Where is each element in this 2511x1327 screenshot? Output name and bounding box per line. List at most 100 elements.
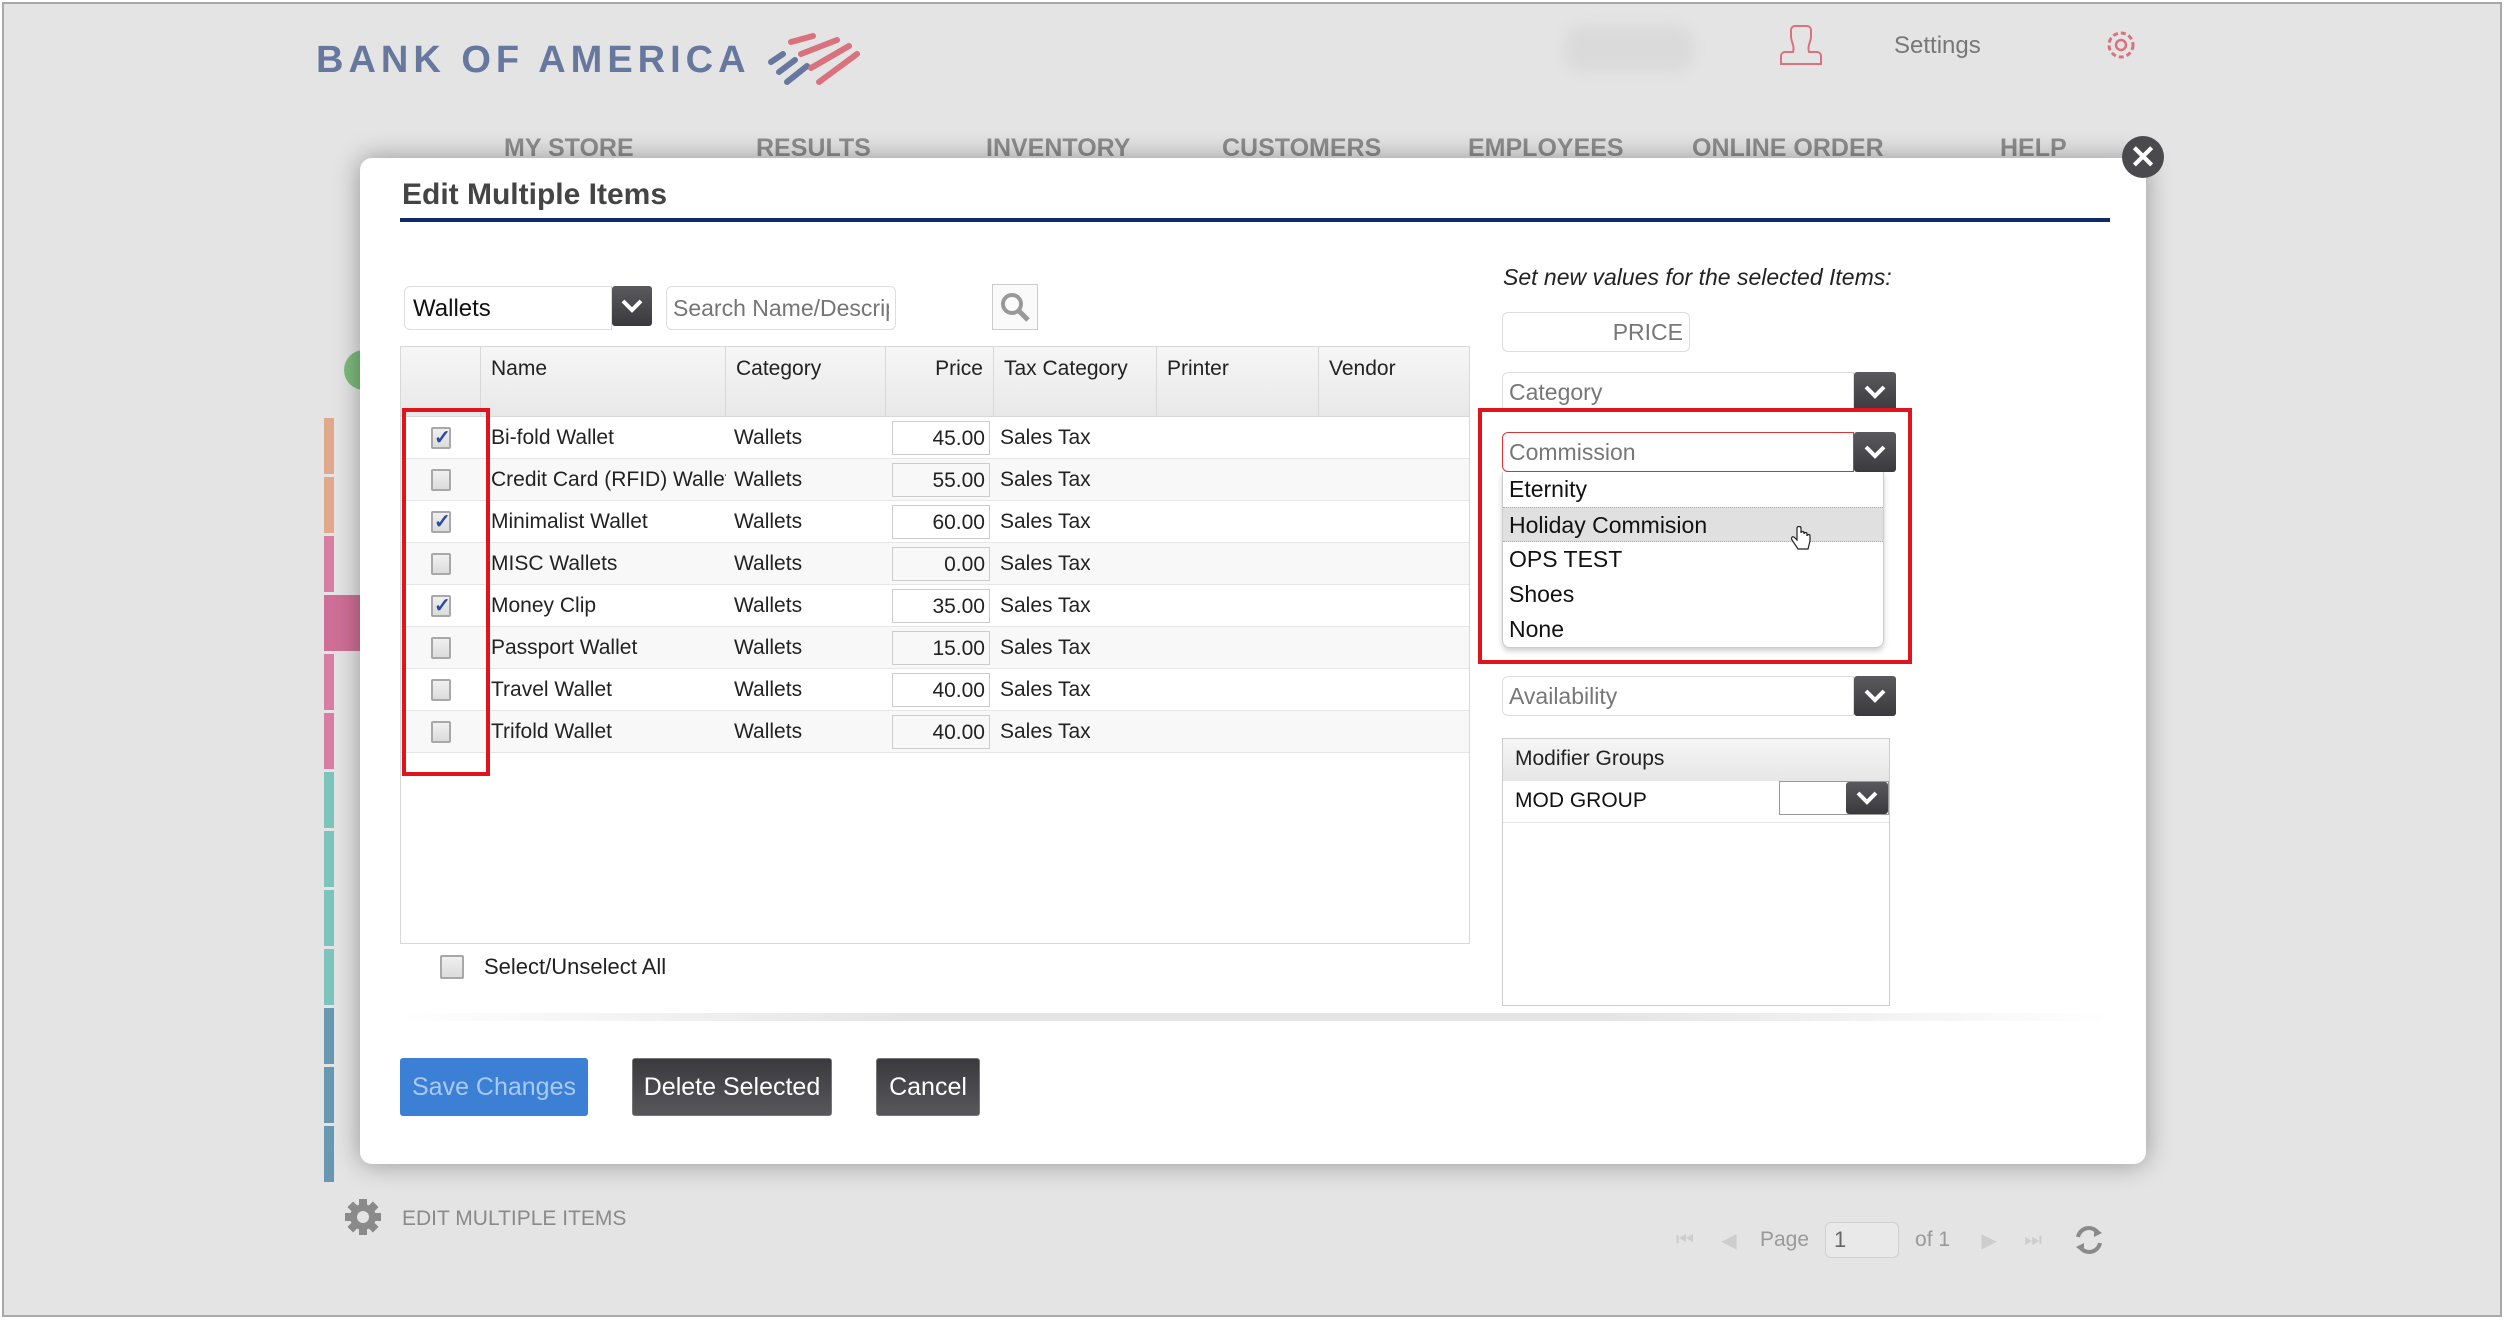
commission-highlight: [1478, 408, 1912, 664]
close-dialog-button[interactable]: ✕: [2122, 136, 2164, 178]
item-name: Minimalist Wallet: [491, 509, 648, 533]
user-icon[interactable]: [1779, 22, 1823, 68]
close-icon: ✕: [2129, 139, 2157, 175]
item-category: Wallets: [734, 509, 803, 533]
settings-gear-icon[interactable]: [344, 1198, 382, 1236]
item-category: Wallets: [734, 635, 803, 659]
col-price[interactable]: Price: [886, 347, 994, 416]
col-printer[interactable]: Printer: [1157, 347, 1319, 416]
table-row[interactable]: Minimalist Wallet Wallets 60.00 Sales Tax: [401, 501, 1469, 543]
category-color-stripe[interactable]: [324, 536, 334, 592]
item-category: Wallets: [734, 467, 803, 491]
search-input[interactable]: [666, 286, 896, 330]
edit-multiple-items-link[interactable]: EDIT MULTIPLE ITEMS: [402, 1207, 626, 1231]
table-row[interactable]: Credit Card (RFID) Wallet Wallets 55.00 Sal…: [401, 459, 1469, 501]
price-input[interactable]: 15.00: [892, 630, 990, 665]
checkbox-highlight: [402, 408, 490, 776]
price-input[interactable]: 45.00: [892, 420, 990, 455]
category-filter-dropdown-button[interactable]: [612, 286, 652, 326]
search-button[interactable]: [992, 284, 1038, 330]
item-tax-category: Sales Tax: [1000, 509, 1091, 533]
price-input[interactable]: 40.00: [892, 714, 990, 749]
price-input[interactable]: 40.00: [892, 672, 990, 707]
refresh-icon[interactable]: [2072, 1223, 2106, 1257]
price-input[interactable]: 55.00: [892, 462, 990, 497]
modifier-groups-header: Modifier Groups: [1503, 739, 1889, 781]
item-category: Wallets: [734, 425, 803, 449]
price-cell: 0.00: [886, 546, 994, 581]
price-input[interactable]: 35.00: [892, 588, 990, 623]
table-row[interactable]: Bi-fold Wallet Wallets 45.00 Sales Tax: [401, 417, 1469, 459]
grid-header: Name Category Price Tax Category Printer…: [401, 347, 1469, 417]
bank-logo[interactable]: BANK OF AMERICA: [316, 32, 861, 88]
modifier-groups-panel: Modifier Groups MOD GROUP: [1502, 738, 1890, 1006]
search-icon: [1001, 293, 1030, 322]
price-input[interactable]: 0.00: [892, 546, 990, 581]
item-tax-category: Sales Tax: [1000, 593, 1091, 617]
price-input[interactable]: PRICE: [1502, 312, 1690, 352]
item-name: MISC Wallets: [491, 551, 618, 575]
category-color-stripe[interactable]: [324, 1126, 334, 1182]
brand-name: BANK OF AMERICA: [316, 38, 751, 81]
item-tax-category: Sales Tax: [1000, 425, 1091, 449]
item-category: Wallets: [734, 551, 803, 575]
category-color-stripe[interactable]: [324, 418, 334, 474]
category-color-stripe[interactable]: [324, 1067, 334, 1123]
delete-selected-button[interactable]: Delete Selected: [632, 1058, 832, 1116]
category-color-stripe[interactable]: [324, 949, 334, 1005]
page-count: of 1: [1915, 1228, 1951, 1251]
last-page-icon[interactable]: ⏭: [2020, 1227, 2046, 1253]
category-color-stripe[interactable]: [324, 654, 334, 710]
modifier-group-select[interactable]: [1779, 781, 1889, 815]
item-name: Credit Card (RFID) Wallet: [491, 467, 726, 491]
price-cell: 55.00: [886, 462, 994, 497]
category-color-stripe[interactable]: [324, 1008, 334, 1064]
select-all-checkbox[interactable]: [440, 955, 464, 979]
col-category[interactable]: Category: [726, 347, 886, 416]
next-page-icon[interactable]: ▶: [1976, 1227, 2002, 1253]
price-cell: 15.00: [886, 630, 994, 665]
settings-link[interactable]: Settings: [1894, 32, 1981, 60]
page-input[interactable]: [1825, 1222, 1900, 1258]
item-tax-category: Sales Tax: [1000, 551, 1091, 575]
price-input[interactable]: 60.00: [892, 504, 990, 539]
item-name: Travel Wallet: [491, 677, 612, 701]
price-cell: 45.00: [886, 420, 994, 455]
save-changes-button[interactable]: Save Changes: [400, 1058, 588, 1116]
category-select[interactable]: Category: [1502, 372, 1854, 412]
category-color-stripe[interactable]: [324, 772, 334, 828]
category-color-stripe[interactable]: [324, 831, 334, 887]
category-color-stripe[interactable]: [324, 477, 334, 533]
item-category: Wallets: [734, 719, 803, 743]
col-select: [401, 347, 481, 416]
item-tax-category: Sales Tax: [1000, 719, 1091, 743]
category-filter-select[interactable]: Wallets: [404, 286, 612, 330]
modifier-group-name: MOD GROUP: [1515, 789, 1647, 812]
cancel-button[interactable]: Cancel: [876, 1058, 980, 1116]
col-name[interactable]: Name: [481, 347, 726, 416]
price-cell: 40.00: [886, 672, 994, 707]
prev-page-icon[interactable]: ◀: [1716, 1227, 1742, 1253]
first-page-icon[interactable]: ⏮: [1672, 1227, 1698, 1253]
col-vendor[interactable]: Vendor: [1319, 347, 1469, 416]
table-row[interactable]: Passport Wallet Wallets 15.00 Sales Tax: [401, 627, 1469, 669]
table-row[interactable]: Travel Wallet Wallets 40.00 Sales Tax: [401, 669, 1469, 711]
table-row[interactable]: MISC Wallets Wallets 0.00 Sales Tax: [401, 543, 1469, 585]
category-dropdown-button[interactable]: [1854, 372, 1896, 412]
gear-icon[interactable]: [2102, 26, 2140, 64]
item-name: Money Clip: [491, 593, 597, 617]
select-all-label: Select/Unselect All: [484, 954, 667, 979]
category-color-stripe[interactable]: [324, 890, 334, 946]
availability-select[interactable]: Availability: [1502, 676, 1854, 716]
app-screen: BANK OF AMERICA Settings MY STORE RESULT…: [2, 2, 2502, 1317]
select-all[interactable]: Select/Unselect All: [440, 954, 666, 980]
availability-dropdown-button[interactable]: [1854, 676, 1896, 716]
category-color-stripe[interactable]: [324, 713, 334, 769]
table-row[interactable]: Money Clip Wallets 35.00 Sales Tax: [401, 585, 1469, 627]
category-color-stripe[interactable]: [324, 595, 364, 651]
item-name: Bi-fold Wallet: [491, 425, 614, 449]
modifier-group-dropdown-button[interactable]: [1846, 782, 1888, 814]
item-name: Trifold Wallet: [491, 719, 612, 743]
table-row[interactable]: Trifold Wallet Wallets 40.00 Sales Tax: [401, 711, 1469, 753]
col-tax-category[interactable]: Tax Category: [994, 347, 1157, 416]
